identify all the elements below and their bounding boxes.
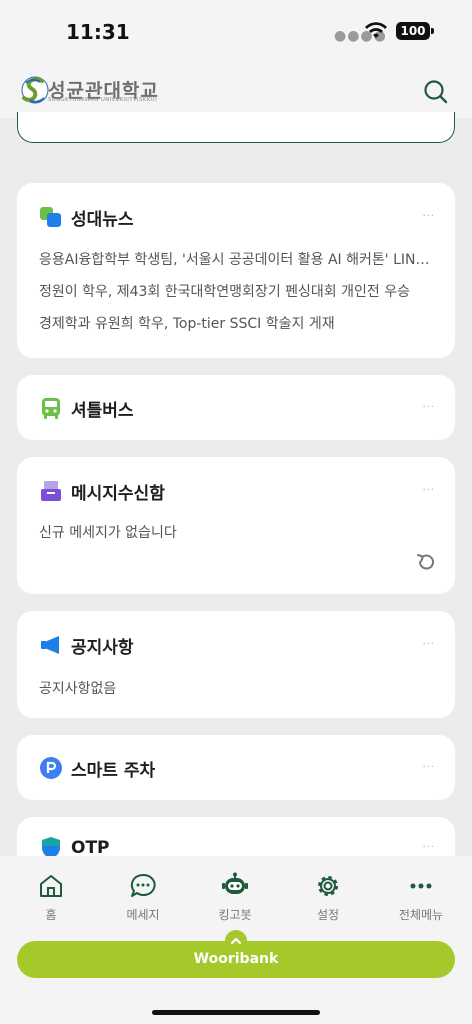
news-title: 성대뉴스: [71, 209, 134, 230]
wifi-icon: [365, 22, 387, 38]
notices-card[interactable]: 공지사항 ··· 공지사항없음: [17, 611, 455, 718]
shuttle-title: 셔틀버스: [71, 400, 134, 421]
shield-icon: [42, 837, 60, 856]
home-indicator: [152, 1010, 320, 1015]
status-time: 11:31: [66, 20, 130, 44]
tab-kingobot-label: 킹고봇: [218, 908, 252, 922]
parking-icon: [40, 757, 62, 779]
notices-title: 공지사항: [71, 637, 134, 658]
notices-more-button[interactable]: ···: [422, 639, 435, 650]
news-item[interactable]: 경제학과 유원희 학우, Top-tier SSCI 학술지 게재: [39, 313, 433, 333]
home-icon: [40, 875, 62, 897]
megaphone-icon: [41, 636, 59, 654]
home-scroll-area[interactable]: 성대뉴스 ··· 응용AI융합학부 학생팀, '서울시 공공데이터 활용 AI …: [0, 118, 472, 856]
battery-indicator: 100: [396, 22, 434, 40]
message-inbox-more-button[interactable]: ···: [422, 485, 435, 496]
otp-card[interactable]: OTP ···: [17, 817, 455, 856]
message-inbox-title: 메시지수신함: [71, 483, 165, 504]
tab-kingobot[interactable]: 킹고봇: [200, 872, 270, 923]
otp-more-button[interactable]: ···: [422, 842, 435, 853]
news-card[interactable]: 성대뉴스 ··· 응용AI융합학부 학생팀, '서울시 공공데이터 활용 AI …: [17, 183, 455, 358]
app-header: 성균관대학교 SUNGKYUNKWAN UNIVERSITY(SKKU): [0, 64, 472, 118]
tab-home-label: 홈: [45, 908, 57, 922]
chevron-up-icon: [230, 937, 242, 945]
notices-empty-text: 공지사항없음: [39, 681, 117, 697]
news-icon: [40, 207, 61, 227]
search-icon[interactable]: [422, 78, 450, 106]
robot-icon: [222, 872, 248, 894]
smart-parking-more-button[interactable]: ···: [422, 762, 435, 773]
message-empty-text: 신규 메세지가 없습니다: [39, 525, 177, 541]
shuttle-more-button[interactable]: ···: [422, 402, 435, 413]
shuttle-card[interactable]: 셔틀버스 ···: [17, 375, 455, 440]
tab-home[interactable]: 홈: [16, 872, 86, 923]
news-item[interactable]: 응용AI융합학부 학생팀, '서울시 공공데이터 활용 AI 해커톤' LIN…: [39, 249, 433, 269]
tab-messages-label: 메세지: [126, 908, 160, 922]
tab-settings-label: 설정: [316, 908, 340, 922]
tab-settings[interactable]: 설정: [293, 872, 363, 923]
news-more-button[interactable]: ···: [422, 211, 435, 222]
status-bar: 11:31 ●●●● 100: [0, 0, 472, 64]
bus-icon: [42, 398, 60, 419]
inbox-icon: [41, 481, 61, 501]
tab-messages[interactable]: 메세지: [108, 872, 178, 923]
message-inbox-card[interactable]: 메시지수신함 ··· 신규 메세지가 없습니다: [17, 457, 455, 594]
refresh-icon[interactable]: [415, 551, 437, 573]
chat-icon: [130, 873, 156, 897]
tab-all-menu[interactable]: 전체메뉴: [386, 872, 456, 923]
gear-icon: [318, 876, 338, 896]
more-icon: [410, 883, 432, 889]
news-item[interactable]: 정원이 학우, 제43회 한국대학연맹회장기 펜싱대회 개인전 우승: [39, 281, 433, 301]
otp-title: OTP: [71, 838, 110, 856]
skku-logo-icon: [21, 76, 49, 104]
logo-subtitle: SUNGKYUNKWAN UNIVERSITY(SKKU): [48, 97, 158, 103]
smart-parking-title: 스마트 주차: [71, 760, 156, 781]
tab-all-menu-label: 전체메뉴: [398, 908, 444, 922]
wooribank-expand-button[interactable]: [225, 930, 247, 952]
top-card-edge: [17, 112, 455, 143]
smart-parking-card[interactable]: 스마트 주차 ···: [17, 735, 455, 800]
